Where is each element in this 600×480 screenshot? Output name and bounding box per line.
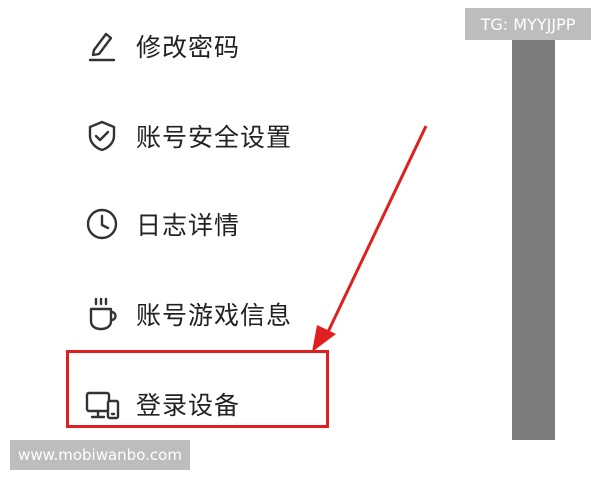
pencil-icon (82, 26, 122, 66)
highlight-box (66, 350, 329, 428)
scroll-strip (512, 40, 555, 440)
menu-item-label: 账号游戏信息 (136, 301, 293, 330)
menu-item-log-details[interactable]: 日志详情 (82, 198, 240, 250)
menu-item-account-security[interactable]: 账号安全设置 (82, 110, 292, 162)
site-watermark: www.mobiwanbo.com (10, 440, 190, 470)
cup-icon (82, 294, 122, 334)
clock-icon (82, 204, 122, 244)
menu-item-game-info[interactable]: 账号游戏信息 (82, 288, 292, 340)
menu-item-label: 账号安全设置 (136, 123, 293, 152)
shield-check-icon (82, 116, 122, 156)
tg-watermark: TG: MYYJJPP (465, 8, 591, 40)
menu-item-label: 修改密码 (136, 33, 241, 62)
menu-item-change-password[interactable]: 修改密码 (82, 20, 240, 72)
menu-item-label: 日志详情 (136, 211, 241, 240)
